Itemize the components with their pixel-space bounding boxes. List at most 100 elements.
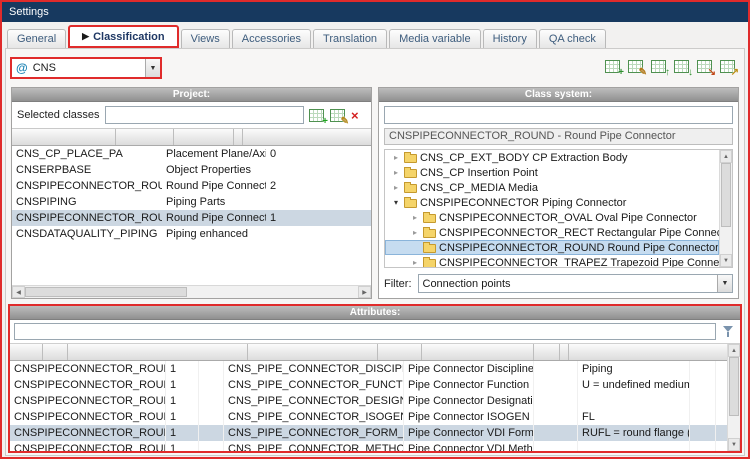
cell-class: CNSPIPECONNECTOR_ROUND — [10, 441, 166, 451]
scrollbar-thumb[interactable] — [729, 357, 739, 416]
funnel-filter-icon[interactable] — [721, 324, 736, 339]
column-header[interactable] — [12, 129, 116, 145]
class-system-search-input[interactable] — [384, 106, 733, 124]
expander-icon[interactable] — [410, 258, 420, 267]
scrollbar-thumb[interactable] — [721, 163, 731, 227]
scroll-up-icon[interactable]: ▲ — [728, 344, 740, 357]
scroll-left-icon[interactable]: ◀ — [12, 286, 25, 298]
column-header[interactable] — [116, 129, 174, 145]
column-header[interactable] — [234, 129, 243, 145]
tab-general[interactable]: General — [7, 29, 66, 48]
table-row[interactable]: CNSDATAQUALITY_PIPING Piping enhanced — [12, 226, 371, 242]
table-transfer-in-icon[interactable]: ↘ — [697, 60, 712, 73]
tab-translation[interactable]: Translation — [313, 29, 387, 48]
folder-icon — [423, 229, 436, 238]
horizontal-scrollbar[interactable]: ◀ ▶ — [12, 285, 371, 298]
overlay-glyph: + — [322, 116, 328, 127]
column-header[interactable] — [534, 344, 560, 360]
add-class-icon[interactable]: + — [309, 109, 324, 122]
tree-node[interactable]: CNSPIPECONNECTOR_ROUND Round Pipe Connec… — [385, 240, 719, 255]
chevron-down-icon[interactable]: ▼ — [717, 275, 732, 292]
tab-qa-check[interactable]: QA check — [539, 29, 606, 48]
table-row[interactable]: CNSPIPECONNECTOR_ROUND 1 CNS_PIPE_CONNEC… — [10, 377, 727, 393]
column-header[interactable] — [43, 344, 68, 360]
column-header[interactable] — [560, 344, 569, 360]
cell-variable — [534, 393, 578, 409]
selected-classes-input[interactable] — [105, 106, 304, 124]
tab-accessories[interactable]: Accessories — [232, 29, 311, 48]
column-header[interactable] — [68, 344, 248, 360]
scroll-right-icon[interactable]: ▶ — [358, 286, 371, 298]
at-icon: @ — [16, 61, 28, 75]
column-header[interactable] — [10, 344, 43, 360]
cell-instance: 1 — [166, 361, 199, 377]
cell-id: CNS_CP_PLACE_PA — [12, 146, 162, 162]
cell-feature: CNS_PIPE_CONNECTOR_ISOGEN_CODE — [224, 409, 404, 425]
attributes-table: CNSPIPECONNECTOR_ROUND 1 CNS_PIPE_CONNEC… — [10, 343, 740, 451]
table-row[interactable]: CNSPIPECONNECTOR_ROUND 1 CNS_PIPE_CONNEC… — [10, 409, 727, 425]
tab-views[interactable]: Views — [181, 29, 230, 48]
table-row[interactable]: CNSPIPING Piping Parts — [12, 194, 371, 210]
tab-classification[interactable]: ▶ Classification — [68, 25, 178, 48]
tree-node[interactable]: CNS_CP_EXT_BODY CP Extraction Body — [385, 150, 719, 165]
expander-icon[interactable] — [391, 168, 401, 177]
edit-class-icon[interactable]: ✎ — [330, 109, 345, 122]
cell-unit — [690, 361, 716, 377]
vertical-scrollbar[interactable]: ▲ ▼ — [719, 150, 732, 267]
table-edit-icon[interactable]: ✎ — [628, 60, 643, 73]
folder-icon — [404, 169, 417, 178]
tab-media-variable[interactable]: Media variable — [389, 29, 481, 48]
cell-variable — [534, 441, 578, 451]
overlay-glyph: ✎ — [341, 116, 349, 127]
table-export-icon[interactable]: ↑ — [651, 60, 666, 73]
expander-icon[interactable] — [410, 228, 420, 237]
tree-node[interactable]: CNS_CP Insertion Point — [385, 165, 719, 180]
table-row[interactable]: CNSPIPECONNECTOR_ROUND 1 CNS_PIPE_CONNEC… — [10, 361, 727, 377]
cell-id: CNSPIPECONNECTOR_ROUND — [12, 178, 162, 194]
column-header[interactable] — [248, 344, 378, 360]
expander-icon[interactable] — [391, 198, 401, 207]
attributes-search-input[interactable] — [14, 323, 716, 340]
vertical-scrollbar[interactable]: ▲ ▼ — [727, 344, 740, 451]
table-row[interactable]: CNSPIPECONNECTOR_ROUND 1 CNS_PIPE_CONNEC… — [10, 441, 727, 451]
table-transfer-out-icon[interactable]: ↗ — [720, 60, 735, 73]
tree-node[interactable]: CNSPIPECONNECTOR_OVAL Oval Pipe Connecto… — [385, 210, 719, 225]
cell-condition — [324, 162, 371, 178]
column-header[interactable] — [378, 344, 422, 360]
cell-description: Pipe Connector VDI Method — [404, 441, 534, 451]
project-panel-title: Project: — [12, 88, 371, 102]
table-import-icon[interactable]: ↓ — [674, 60, 689, 73]
expander-icon[interactable] — [391, 153, 401, 162]
table-row[interactable]: CNSPIPECONNECTOR_ROUND Round Pipe Connec… — [12, 178, 371, 194]
table-new-icon[interactable]: + — [605, 60, 620, 73]
scroll-down-icon[interactable]: ▼ — [728, 438, 740, 451]
filter-dropdown[interactable]: Connection points ▼ — [418, 274, 734, 293]
table-row[interactable]: CNS_CP_PLACE_PA Placement Plane/Axis 0 — [12, 146, 371, 162]
scrollbar-thumb[interactable] — [25, 287, 187, 297]
remove-class-icon[interactable]: × — [351, 109, 366, 122]
title-bar[interactable]: Settings — [2, 2, 748, 22]
expander-icon[interactable] — [410, 213, 420, 222]
tree-node[interactable]: CNSPIPECONNECTOR_RECT Rectangular Pipe C… — [385, 225, 719, 240]
tree-node-label: CNS_CP_EXT_BODY CP Extraction Body — [420, 152, 627, 164]
tree-node[interactable]: CNS_CP_MEDIA Media — [385, 180, 719, 195]
tree-node[interactable]: CNSPIPECONNECTOR Piping Connector — [385, 195, 719, 210]
table-row[interactable]: CNSPIPECONNECTOR_ROUND Round Pipe Connec… — [12, 210, 371, 226]
folder-icon — [404, 199, 417, 208]
cell-id: CNSERPBASE — [12, 162, 162, 178]
folder-icon — [423, 259, 436, 268]
tree-node[interactable]: CNSPIPECONNECTOR_TRAPEZ Trapezoid Pipe C… — [385, 255, 719, 268]
scroll-up-icon[interactable]: ▲ — [720, 150, 732, 163]
chevron-down-icon[interactable]: ▼ — [145, 59, 160, 77]
scroll-down-icon[interactable]: ▼ — [720, 254, 732, 267]
table-row[interactable]: CNSPIPECONNECTOR_ROUND 1 CNS_PIPE_CONNEC… — [10, 425, 727, 441]
column-header[interactable] — [422, 344, 534, 360]
table-row[interactable]: CNSERPBASE Object Properties — [12, 162, 371, 178]
expander-icon[interactable] — [391, 183, 401, 192]
context-dropdown[interactable]: @ CNS ▼ — [10, 57, 162, 79]
column-header[interactable] — [174, 129, 234, 145]
toolbar: + ✎ ↑ ↓ ↘ — [605, 60, 735, 73]
table-row[interactable]: CNSPIPECONNECTOR_ROUND 1 CNS_PIPE_CONNEC… — [10, 393, 727, 409]
overlay-glyph: ↓ — [688, 67, 693, 78]
tab-history[interactable]: History — [483, 29, 537, 48]
